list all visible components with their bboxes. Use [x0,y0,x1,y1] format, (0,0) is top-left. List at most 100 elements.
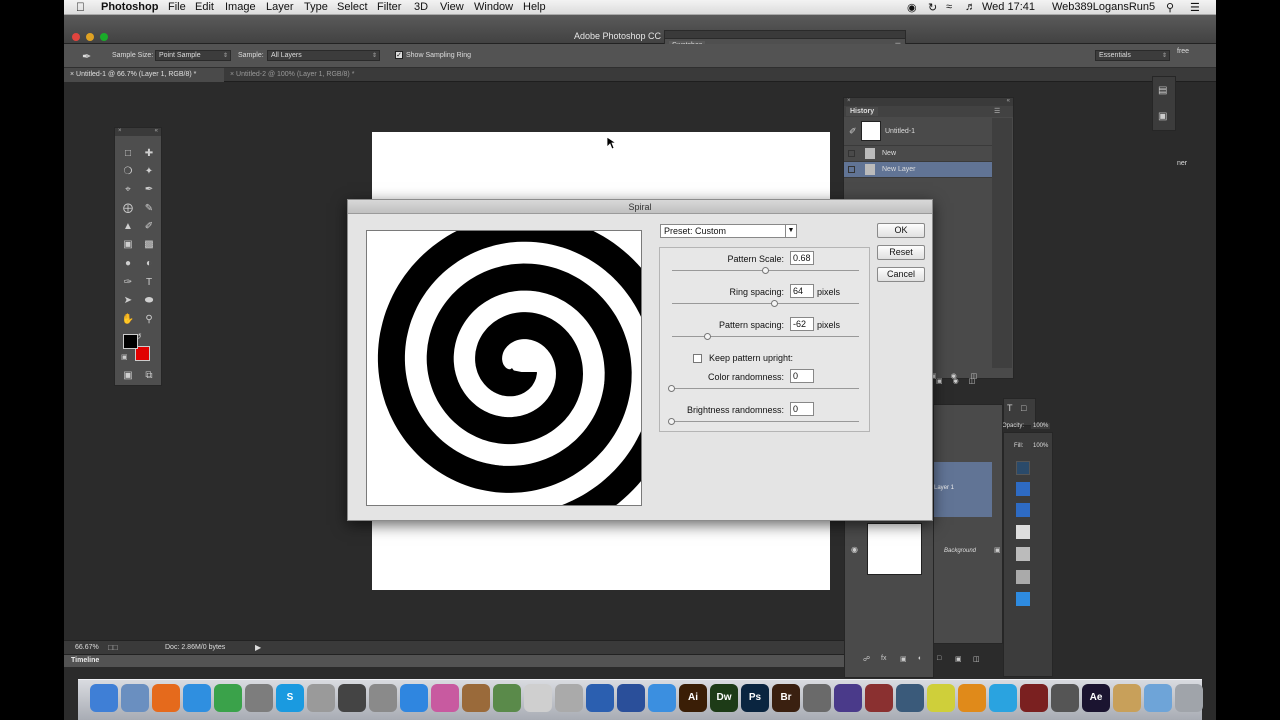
menu-3d[interactable]: 3D [414,1,428,13]
reset-button[interactable]: Reset [877,245,925,260]
move-tool-icon[interactable]: ✚ [141,146,157,162]
history-tab[interactable]: History [846,107,879,116]
eyedropper-tool-icon[interactable]: ✒ [82,50,91,63]
close-icon[interactable]: × [230,71,234,78]
safari-icon[interactable] [183,684,211,712]
illustrator-icon[interactable]: Ai [679,684,707,712]
trash-icon[interactable]: ◫ [973,655,980,663]
menu-file[interactable]: File [168,1,186,13]
zoom-tool-icon[interactable]: ⚲ [141,312,157,328]
close-icon[interactable]: × [118,128,122,134]
panel-icon[interactable] [1016,570,1030,584]
pattern-scale-field[interactable]: 0.68 [790,251,814,265]
keep-upright-checkbox[interactable] [693,354,702,363]
camera-icon[interactable]: ◉ [953,378,959,385]
zoom-window-button[interactable] [100,33,108,41]
shape-tool-icon[interactable]: ⬬ [141,293,157,309]
itunes-icon[interactable] [648,684,676,712]
quick-mask-icon[interactable]: ▣ [120,368,136,384]
notifications-icon[interactable]: ☰ [1190,1,1200,14]
brightness-randomness-slider-track[interactable] [672,421,859,422]
collapse-icon[interactable]: « [1007,98,1010,104]
sync-icon[interactable]: ↻ [928,1,937,14]
tools-panel-header[interactable]: × « [115,128,161,136]
type-filter-icon[interactable]: T [1007,403,1013,413]
panel-menu-icon[interactable]: ☰ [994,107,1000,115]
menu-layer[interactable]: Layer [266,1,294,13]
tab-untitled-1[interactable]: × Untitled-1 @ 66.7% (Layer 1, RGB/8) * [64,68,224,82]
finder-icon[interactable] [90,684,118,712]
scanner-icon[interactable] [307,684,335,712]
color-randomness-slider-thumb[interactable] [668,385,675,392]
eraser-tool-icon[interactable]: ▣ [120,237,136,253]
history-panel-header[interactable]: × « [844,98,1013,106]
dreamweaver-icon[interactable]: Dw [710,684,738,712]
history-item-new-layer[interactable]: New Layer [844,162,992,178]
type-tool-icon[interactable]: T [141,275,157,291]
garageband-icon[interactable] [462,684,490,712]
menu-select[interactable]: Select [337,1,368,13]
lasso-tool-icon[interactable]: ❍ [120,164,136,180]
link-layers-icon[interactable]: ☍ [863,655,870,663]
pattern-spacing-slider-thumb[interactable] [703,333,711,340]
close-window-button[interactable] [72,33,80,41]
photos-icon[interactable] [927,684,955,712]
search-icon[interactable] [586,684,614,712]
dodge-tool-icon[interactable]: ◐ [141,256,157,272]
transform-icon[interactable]: □ [1021,403,1026,413]
info-icon[interactable]: ▣ [1158,111,1167,122]
panel-icon[interactable] [1016,503,1030,517]
group-folder-icon[interactable]: □ [937,655,941,662]
pattern-scale-slider-thumb[interactable] [761,267,769,274]
minimize-window-button[interactable] [86,33,94,41]
after-effects-icon[interactable]: Ae [1082,684,1110,712]
layer-row-background[interactable]: ◉ Background ▣ [868,523,1002,578]
history-item-new[interactable]: New [844,146,992,162]
menu-help[interactable]: Help [523,1,546,13]
trash-icon[interactable]: ◫ [969,378,976,385]
layer-row-layer-1[interactable]: Layer 1 [934,462,992,517]
crop-tool-icon[interactable]: ⌖ [120,182,136,198]
chrome-icon[interactable] [214,684,242,712]
path-selection-tool-icon[interactable]: ➤ [120,293,136,309]
status-icons[interactable]: □□ [108,643,118,652]
magic-wand-tool-icon[interactable]: ✦ [141,164,157,180]
skype-icon[interactable]: S [276,684,304,712]
history-brush-tool-icon[interactable]: ✐ [141,219,157,235]
inkscape-icon[interactable] [338,684,366,712]
volume-icon[interactable]: ♬ [965,1,976,13]
pen-tool-icon[interactable]: ✑ [120,275,136,291]
clock[interactable]: Wed 17:41 [982,1,1035,13]
marquee-tool-icon[interactable]: □ [120,146,136,162]
healing-brush-tool-icon[interactable]: ⨁ [120,201,136,217]
preset-select[interactable]: Preset: Custom ▼ [660,224,797,238]
folder-icon[interactable] [1144,684,1172,712]
screen-mode-icon[interactable]: ⧉ [141,368,157,384]
panel-icon[interactable] [1016,482,1030,496]
apple-menu-icon[interactable]:  [76,0,85,14]
histogram-icon[interactable]: ▤ [1158,85,1167,96]
eyedropper-tool-icon[interactable]: ✒ [141,182,157,198]
brightness-randomness-slider-thumb[interactable] [668,418,675,425]
menu-filter[interactable]: Filter [377,1,401,13]
collapse-icon[interactable]: « [155,128,158,134]
close-icon[interactable]: × [847,98,851,104]
visibility-eye-icon[interactable]: ◉ [851,545,858,554]
utility-icon[interactable] [245,684,273,712]
color-randomness-field[interactable]: 0 [790,369,814,383]
bridge-icon[interactable]: Br [772,684,800,712]
history-scrollbar[interactable] [992,118,1012,368]
picasa-icon[interactable] [431,684,459,712]
appstore-icon[interactable] [400,684,428,712]
new-snapshot-icon[interactable]: ▣ [936,378,943,385]
ring-spacing-field[interactable]: 64 [790,284,814,298]
panel-icon[interactable] [1016,525,1030,539]
fill-value[interactable]: 100% [1031,443,1051,449]
zoom-level[interactable]: 66.67% [75,644,99,651]
map-icon[interactable] [493,684,521,712]
preview-icon[interactable] [121,684,149,712]
brush-tool-icon[interactable]: ✎ [141,201,157,217]
app-menu[interactable]: Photoshop [101,1,158,13]
default-colors-icon[interactable]: ▣ [121,353,128,361]
menu-type[interactable]: Type [304,1,328,13]
